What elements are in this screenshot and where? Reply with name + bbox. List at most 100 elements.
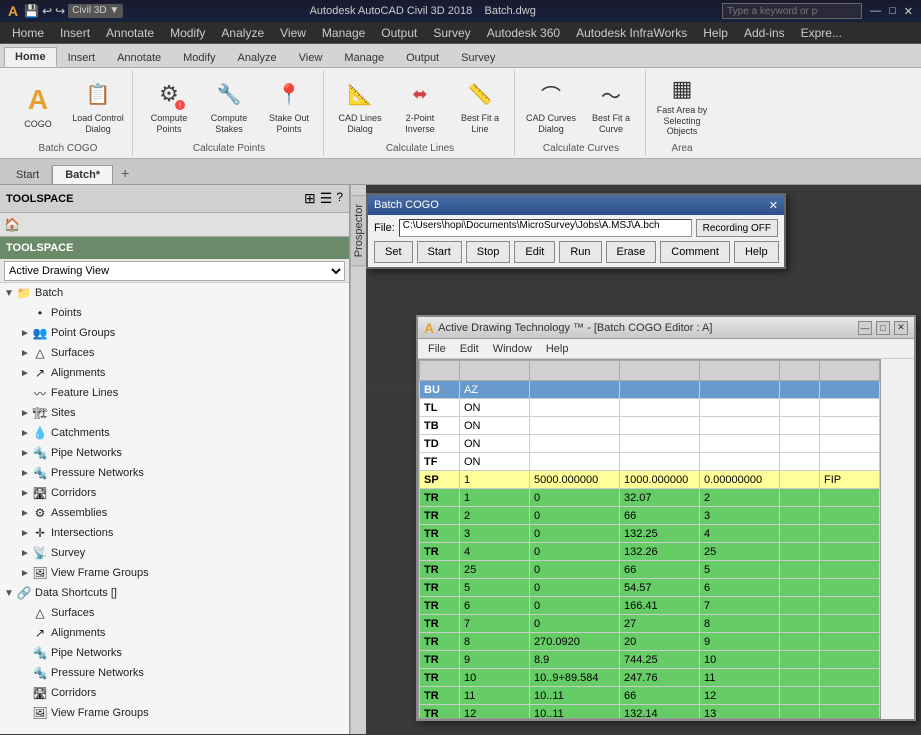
table-row[interactable]: BUAZ — [420, 381, 880, 399]
dlg-stop-btn[interactable]: Stop — [466, 241, 511, 263]
ribbon-btn-best-fit-line[interactable]: 📏 Best Fit a Line — [452, 75, 508, 139]
tree-item-point-groups[interactable]: ► 👥 Point Groups — [0, 323, 349, 343]
menu-item-annotate[interactable]: Annotate — [98, 24, 162, 42]
tree-item-intersections[interactable]: ► ✛ Intersections — [0, 523, 349, 543]
dlg-help-btn[interactable]: Help — [734, 241, 779, 263]
menu-item-output[interactable]: Output — [373, 24, 425, 42]
ribbon-btn-cad-curves[interactable]: ⌒ CAD Curves Dialog — [523, 75, 579, 139]
editor-table-scroll[interactable]: BUAZTLONTBONTDONTFONSP15000.0000001000.0… — [418, 359, 881, 719]
menu-item-express[interactable]: Expre... — [793, 24, 850, 42]
sidebar-tool-1[interactable]: 🏠 — [4, 217, 20, 233]
tree-item-viewframe[interactable]: ► 🖼 View Frame Groups — [0, 563, 349, 583]
tree-item-ds-viewframe[interactable]: 🖼 View Frame Groups — [0, 703, 349, 723]
recording-btn[interactable]: Recording OFF — [696, 219, 778, 237]
table-row[interactable]: TR5054.576 — [420, 579, 880, 597]
menu-item-view[interactable]: View — [272, 24, 314, 42]
doc-tab-start[interactable]: Start — [4, 166, 52, 184]
ribbon-tab-manage[interactable]: Manage — [333, 48, 395, 67]
ribbon-btn-load-control[interactable]: 📋 Load Control Dialog — [70, 75, 126, 139]
tree-item-assemblies[interactable]: ► ⚙ Assemblies — [0, 503, 349, 523]
tree-item-surfaces[interactable]: ► △ Surfaces — [0, 343, 349, 363]
table-row[interactable]: TR1010..9+89.584247.7611 — [420, 669, 880, 687]
ribbon-tab-output[interactable]: Output — [395, 48, 450, 67]
editor-menu-edit[interactable]: Edit — [454, 342, 485, 356]
prospector-vert-tab[interactable]: Prospector — [350, 195, 368, 266]
menu-item-infraworks[interactable]: Autodesk InfraWorks — [568, 24, 695, 42]
sidebar-btn-help[interactable]: ? — [336, 190, 343, 207]
sidebar-btn-1[interactable]: ⊞ — [304, 190, 316, 207]
tree-item-ds-surfaces[interactable]: △ Surfaces — [0, 603, 349, 623]
tree-item-alignments[interactable]: ► ↗ Alignments — [0, 363, 349, 383]
view-dropdown[interactable]: Active Drawing View — [4, 261, 345, 281]
editor-menu-file[interactable]: File — [422, 342, 452, 356]
table-row[interactable]: TLON — [420, 399, 880, 417]
sidebar-btn-2[interactable]: ☰ — [320, 190, 333, 207]
table-row[interactable]: TFON — [420, 453, 880, 471]
menu-item-a360[interactable]: Autodesk 360 — [479, 24, 568, 42]
dlg-start-btn[interactable]: Start — [417, 241, 462, 263]
menu-item-modify[interactable]: Modify — [162, 24, 213, 42]
close-btn[interactable]: ✕ — [904, 5, 913, 18]
table-row[interactable]: TR98.9744.2510 — [420, 651, 880, 669]
tree-item-pressure-networks[interactable]: ► 🔩 Pressure Networks — [0, 463, 349, 483]
dlg-comment-btn[interactable]: Comment — [660, 241, 730, 263]
ribbon-btn-cad-lines[interactable]: 📐 CAD Lines Dialog — [332, 75, 388, 139]
menu-item-manage[interactable]: Manage — [314, 24, 373, 42]
quick-access[interactable]: 💾 ↩ ↪ Civil 3D ▼ — [24, 4, 123, 18]
tree-item-ds-pipe-networks[interactable]: 🔩 Pipe Networks — [0, 643, 349, 663]
menu-item-help[interactable]: Help — [695, 24, 736, 42]
ribbon-btn-cogo[interactable]: A COGO — [10, 75, 66, 139]
tree-item-feature-lines[interactable]: 〰 Feature Lines — [0, 383, 349, 403]
dlg-erase-btn[interactable]: Erase — [606, 241, 657, 263]
ribbon-tab-annotate[interactable]: Annotate — [106, 48, 172, 67]
tree-item-pipe-networks[interactable]: ► 🔩 Pipe Networks — [0, 443, 349, 463]
menu-item-analyze[interactable]: Analyze — [213, 24, 272, 42]
tree-item-points[interactable]: • Points — [0, 303, 349, 323]
table-row[interactable]: TR1210..11132.1413 — [420, 705, 880, 720]
table-row[interactable]: TBON — [420, 417, 880, 435]
tree-item-corridors[interactable]: ► 🛣 Corridors — [0, 483, 349, 503]
ribbon-btn-2-point-inverse[interactable]: ⬌ 2-Point Inverse — [392, 75, 448, 139]
ribbon-tab-survey[interactable]: Survey — [450, 48, 506, 67]
dlg-set-btn[interactable]: Set — [374, 241, 413, 263]
editor-menu-window[interactable]: Window — [487, 342, 538, 356]
tree-item-catchments[interactable]: ► 💧 Catchments — [0, 423, 349, 443]
tree-item-ds-alignments[interactable]: ↗ Alignments — [0, 623, 349, 643]
table-row[interactable]: TR70278 — [420, 615, 880, 633]
ribbon-tab-home[interactable]: Home — [4, 47, 57, 67]
ribbon-tab-modify[interactable]: Modify — [172, 48, 226, 67]
menu-item-addins[interactable]: Add-ins — [736, 24, 793, 42]
dlg-run-btn[interactable]: Run — [559, 241, 601, 263]
editor-menu-help[interactable]: Help — [540, 342, 575, 356]
table-row[interactable]: TR8270.0920209 — [420, 633, 880, 651]
ribbon-btn-compute-stakes[interactable]: 🔧 Compute Stakes — [201, 75, 257, 139]
editor-minimize-btn[interactable]: — — [858, 321, 872, 335]
batch-cogo-close[interactable]: ✕ — [769, 199, 778, 212]
tree-item-ds-corridors[interactable]: 🛣 Corridors — [0, 683, 349, 703]
ribbon-tab-analyze[interactable]: Analyze — [227, 48, 288, 67]
batch-cogo-title-bar[interactable]: Batch COGO ✕ — [368, 195, 784, 215]
expand-batch[interactable]: ▼ — [4, 288, 16, 299]
doc-tab-batch[interactable]: Batch* — [52, 165, 113, 184]
editor-title-bar[interactable]: A Active Drawing Technology ™ - [Batch C… — [418, 317, 914, 339]
ribbon-tab-insert[interactable]: Insert — [57, 48, 107, 67]
table-row[interactable]: TR60166.417 — [420, 597, 880, 615]
maximize-btn[interactable]: □ — [889, 5, 896, 17]
tree-root-batch[interactable]: ▼ 📁 Batch — [0, 283, 349, 303]
table-row[interactable]: TR20663 — [420, 507, 880, 525]
search-input[interactable] — [722, 3, 862, 19]
tree-item-data-shortcuts[interactable]: ▼ 🔗 Data Shortcuts [] — [0, 583, 349, 603]
table-row[interactable]: TR40132.2625 — [420, 543, 880, 561]
table-row[interactable]: TR30132.254 — [420, 525, 880, 543]
tree-item-survey[interactable]: ► 📡 Survey — [0, 543, 349, 563]
ribbon-btn-best-fit-curve[interactable]: 〜 Best Fit a Curve — [583, 75, 639, 139]
table-row[interactable]: TDON — [420, 435, 880, 453]
table-row[interactable]: TR1032.072 — [420, 489, 880, 507]
ribbon-tab-view[interactable]: View — [288, 48, 334, 67]
dlg-edit-btn[interactable]: Edit — [514, 241, 555, 263]
editor-restore-btn[interactable]: □ — [876, 321, 890, 335]
table-row[interactable]: TR1110..116612 — [420, 687, 880, 705]
minimize-btn[interactable]: — — [870, 5, 881, 17]
ribbon-btn-fast-area[interactable]: ▦ Fast Area by Selecting Objects — [654, 75, 710, 139]
ribbon-btn-compute-points[interactable]: ⚙ ! Compute Points — [141, 75, 197, 139]
